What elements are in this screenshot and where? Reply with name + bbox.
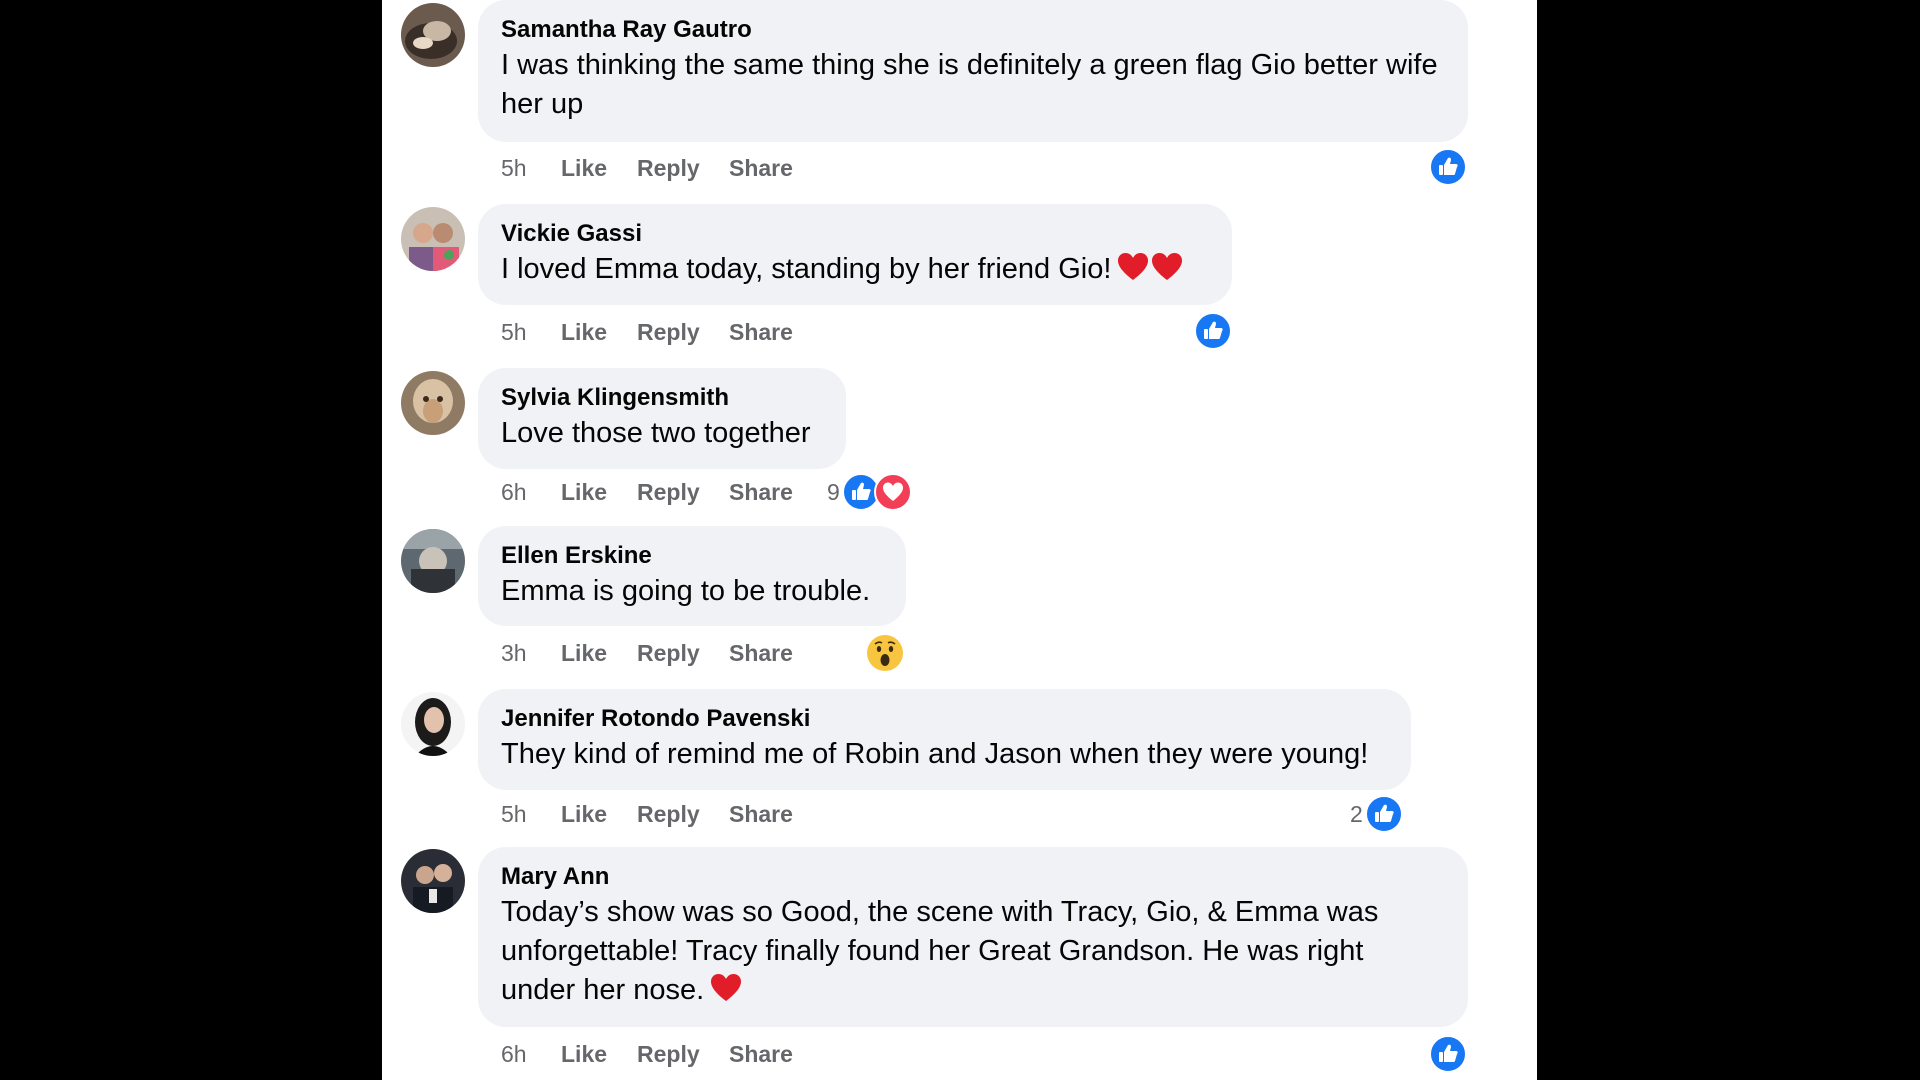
reaction-count: 9: [827, 478, 840, 505]
share-button[interactable]: Share: [729, 640, 793, 667]
avatar[interactable]: [401, 207, 465, 271]
comment-timestamp[interactable]: 5h: [501, 319, 561, 346]
comment-bubble: Vickie Gassi I loved Emma today, standin…: [478, 204, 1232, 305]
avatar[interactable]: [401, 371, 465, 435]
share-button[interactable]: Share: [729, 155, 793, 182]
comment-timestamp[interactable]: 6h: [501, 479, 561, 506]
comment-text: Today’s show was so Good, the scene with…: [501, 893, 1444, 1010]
like-button[interactable]: Like: [561, 1041, 637, 1068]
comment-bubble: Sylvia Klingensmith Love those two toget…: [478, 368, 846, 469]
reply-button[interactable]: Reply: [637, 479, 729, 506]
comment-text: I loved Emma today, standing by her frie…: [501, 250, 1208, 289]
comment-text: I was thinking the same thing she is def…: [501, 49, 1438, 120]
comment-timestamp[interactable]: 6h: [501, 1041, 561, 1068]
reaction-summary[interactable]: 9: [827, 473, 912, 511]
avatar[interactable]: [401, 849, 465, 913]
reaction-summary[interactable]: [1192, 312, 1232, 350]
share-button[interactable]: Share: [729, 319, 793, 346]
avatar[interactable]: [401, 3, 465, 67]
comment-text-body: Today’s show was so Good, the scene with…: [501, 896, 1379, 1006]
reaction-summary[interactable]: [864, 634, 904, 672]
comment-author[interactable]: Sylvia Klingensmith: [501, 382, 822, 414]
like-reaction-icon: [1429, 148, 1467, 186]
like-button[interactable]: Like: [561, 155, 637, 182]
reply-button[interactable]: Reply: [637, 640, 729, 667]
avatar[interactable]: [401, 692, 465, 756]
comment-bubble: Mary Ann Today’s show was so Good, the s…: [478, 847, 1468, 1027]
comment-actions: 5h Like Reply Share: [501, 315, 793, 349]
reaction-count: 2: [1350, 800, 1363, 827]
comment-text: Emma is going to be trouble.: [501, 575, 871, 607]
comment-timestamp[interactable]: 5h: [501, 155, 561, 182]
comment-timestamp[interactable]: 3h: [501, 640, 561, 667]
avatar[interactable]: [401, 529, 465, 593]
comment-author[interactable]: Jennifer Rotondo Pavenski: [501, 703, 1387, 735]
comment-text-body: I loved Emma today, standing by her frie…: [501, 253, 1112, 285]
comment-text: Love those two together: [501, 417, 811, 449]
like-button[interactable]: Like: [561, 640, 637, 667]
reply-button[interactable]: Reply: [637, 155, 729, 182]
like-reaction-icon: [1364, 795, 1403, 833]
comment-author[interactable]: Samantha Ray Gautro: [501, 14, 1444, 46]
comment-actions: 5h Like Reply Share: [501, 151, 793, 185]
reaction-summary[interactable]: [1427, 1035, 1467, 1073]
reply-button[interactable]: Reply: [637, 319, 729, 346]
comment-bubble: Jennifer Rotondo Pavenski They kind of r…: [478, 689, 1411, 790]
reply-button[interactable]: Reply: [637, 1041, 729, 1068]
share-button[interactable]: Share: [729, 801, 793, 828]
comment-author[interactable]: Ellen Erskine: [501, 540, 882, 572]
comment-bubble: Ellen Erskine Emma is going to be troubl…: [478, 526, 906, 626]
comment-bubble: Samantha Ray Gautro I was thinking the s…: [478, 0, 1468, 142]
share-button[interactable]: Share: [729, 479, 793, 506]
love-reaction-icon: [873, 473, 912, 511]
comment-actions: 3h Like Reply Share: [501, 636, 793, 670]
heart-emoji-icon: [1152, 253, 1183, 280]
like-button[interactable]: Like: [561, 479, 637, 506]
comment-actions: 5h Like Reply Share: [501, 797, 793, 831]
reply-button[interactable]: Reply: [637, 801, 729, 828]
reaction-summary[interactable]: 2: [1350, 795, 1403, 833]
comment-author[interactable]: Mary Ann: [501, 861, 1444, 893]
comment-actions: 6h Like Reply Share: [501, 475, 793, 509]
heart-emoji-icon: [1118, 253, 1149, 280]
wow-reaction-icon: [867, 635, 903, 671]
comment-actions: 6h Like Reply Share: [501, 1037, 793, 1071]
like-reaction-icon: [1194, 312, 1232, 350]
share-button[interactable]: Share: [729, 1041, 793, 1068]
reaction-summary[interactable]: [1427, 148, 1467, 186]
comment-author[interactable]: Vickie Gassi: [501, 218, 1208, 250]
like-reaction-icon: [1429, 1035, 1467, 1073]
like-button[interactable]: Like: [561, 801, 637, 828]
like-button[interactable]: Like: [561, 319, 637, 346]
comment-text: They kind of remind me of Robin and Jaso…: [501, 738, 1369, 770]
heart-emoji-icon: [711, 974, 742, 1001]
comments-panel: Samantha Ray Gautro I was thinking the s…: [382, 0, 1537, 1080]
comment-timestamp[interactable]: 5h: [501, 801, 561, 828]
